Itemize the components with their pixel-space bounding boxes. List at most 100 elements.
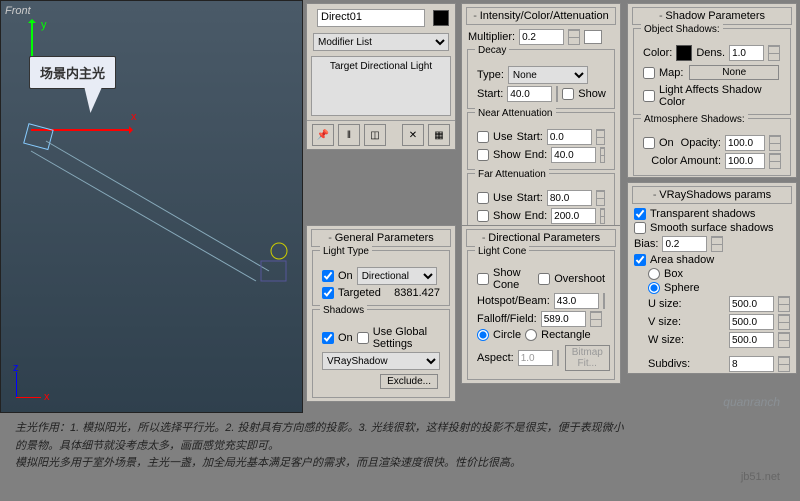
gizmo-x-label: x <box>44 391 50 403</box>
light-color-swatch[interactable] <box>584 30 602 44</box>
panel-general-parameters: - General Parameters Light Type On Direc… <box>306 225 456 402</box>
configure-sets-icon[interactable]: ▦ <box>428 124 450 146</box>
u-size-field[interactable] <box>729 296 774 312</box>
show-cone-checkbox[interactable] <box>477 273 489 285</box>
overshoot-label: Overshoot <box>554 273 605 285</box>
far-use-checkbox[interactable] <box>477 192 489 204</box>
near-end-label: End: <box>525 149 548 161</box>
modifier-list[interactable]: Modifier List <box>313 33 449 51</box>
light-affects-shadow-checkbox[interactable] <box>643 90 655 102</box>
u-size-label: U size: <box>648 298 682 310</box>
shadows-title: Shadows <box>320 305 367 316</box>
decay-type-select[interactable]: None <box>508 66 588 84</box>
object-name-field[interactable]: Direct01 <box>317 9 425 27</box>
far-start-spinner[interactable] <box>596 190 605 206</box>
axis-y-label: y <box>41 19 47 31</box>
v-size-field[interactable] <box>729 314 774 330</box>
subdivs-spinner[interactable] <box>778 356 790 372</box>
pin-stack-icon[interactable]: 📌 <box>312 124 334 146</box>
box-radio[interactable] <box>648 268 660 280</box>
smooth-surface-checkbox[interactable] <box>634 222 646 234</box>
show-cone-label: Show Cone <box>493 267 534 291</box>
near-start-spinner[interactable] <box>596 129 605 145</box>
light-on-label: On <box>338 270 353 282</box>
v-size-spinner[interactable] <box>778 314 790 330</box>
u-size-spinner[interactable] <box>778 296 790 312</box>
panel-shadow-parameters: - Shadow Parameters Object Shadows: Colo… <box>627 3 797 178</box>
multiplier-field[interactable] <box>519 29 564 45</box>
map-none-button[interactable]: None <box>689 65 779 80</box>
targeted-checkbox[interactable] <box>322 287 334 299</box>
falloff-field[interactable] <box>541 311 586 327</box>
global-settings-checkbox[interactable] <box>357 332 369 344</box>
caption-line-3: 模拟阳光多用于室外场景，主光一盏，加全局光基本满足客户的需求，而且渲染速度很快。… <box>15 455 785 473</box>
falloff-spinner[interactable] <box>590 311 602 327</box>
viewport[interactable]: Front y x 场景内主光 x z <box>0 0 303 413</box>
decay-start-field[interactable] <box>507 86 552 102</box>
far-end-field[interactable] <box>551 208 596 224</box>
caption: 主光作用：1. 模拟阳光，所以选择平行光。2. 投射具有方向感的投影。3. 光线… <box>15 420 785 473</box>
show-end-result-icon[interactable]: ‖ <box>338 124 360 146</box>
near-show-label: Show <box>493 149 521 161</box>
hotspot-spinner[interactable] <box>603 293 605 309</box>
subdivs-field[interactable] <box>729 356 774 372</box>
area-shadow-checkbox[interactable] <box>634 254 646 266</box>
near-use-checkbox[interactable] <box>477 131 489 143</box>
make-unique-icon[interactable]: ◫ <box>364 124 386 146</box>
atm-on-checkbox[interactable] <box>643 137 655 149</box>
circle-label: Circle <box>493 329 521 341</box>
shadow-type-select[interactable]: VRayShadow <box>322 352 440 370</box>
hotspot-field[interactable] <box>554 293 599 309</box>
shadow-params-title: Shadow Parameters <box>665 10 765 22</box>
sphere-radio[interactable] <box>648 282 660 294</box>
decay-show-checkbox[interactable] <box>562 88 574 100</box>
far-end-spinner[interactable] <box>600 208 605 224</box>
far-use-label: Use <box>493 192 513 204</box>
near-start-field[interactable] <box>547 129 592 145</box>
bias-field[interactable] <box>662 236 707 252</box>
panel-modify: Direct01 Modifier List Target Directiona… <box>306 3 456 150</box>
density-spinner[interactable] <box>768 45 780 61</box>
near-start-label: Start: <box>517 131 543 143</box>
opacity-spinner[interactable] <box>769 135 781 151</box>
transparent-shadows-checkbox[interactable] <box>634 208 646 220</box>
intensity-title: Intensity/Color/Attenuation <box>480 10 609 22</box>
far-start-field[interactable] <box>547 190 592 206</box>
area-shadow-label: Area shadow <box>650 254 714 266</box>
v-size-label: V size: <box>648 316 681 328</box>
light-geometry[interactable] <box>21 121 301 301</box>
density-field[interactable] <box>729 45 764 61</box>
multiplier-spinner[interactable] <box>568 29 580 45</box>
exclude-button[interactable]: Exclude... <box>380 374 438 389</box>
rectangle-radio[interactable] <box>525 329 537 341</box>
shadow-map-checkbox[interactable] <box>643 67 655 79</box>
w-size-field[interactable] <box>729 332 774 348</box>
far-show-label: Show <box>493 210 521 222</box>
remove-modifier-icon[interactable]: ✕ <box>402 124 424 146</box>
shadows-on-checkbox[interactable] <box>322 332 334 344</box>
w-size-spinner[interactable] <box>778 332 790 348</box>
targeted-label: Targeted <box>338 287 381 299</box>
decay-title: Decay <box>475 45 509 56</box>
atmosphere-shadows-title: Atmosphere Shadows: <box>641 114 748 125</box>
color-amount-spinner[interactable] <box>769 153 781 169</box>
color-amount-field[interactable] <box>725 153 765 169</box>
near-end-spinner[interactable] <box>600 147 605 163</box>
smooth-surface-label: Smooth surface shadows <box>650 222 774 234</box>
opacity-field[interactable] <box>725 135 765 151</box>
far-atten-title: Far Attenuation <box>475 169 549 180</box>
light-on-checkbox[interactable] <box>322 270 334 282</box>
light-type-title: Light Type <box>320 246 372 257</box>
modifier-stack[interactable]: Target Directional Light <box>311 56 451 116</box>
object-color-swatch[interactable] <box>433 10 449 26</box>
decay-start-spinner[interactable] <box>556 86 558 102</box>
shadow-color-swatch[interactable] <box>676 45 692 61</box>
near-show-checkbox[interactable] <box>477 149 489 161</box>
near-end-field[interactable] <box>551 147 596 163</box>
overshoot-checkbox[interactable] <box>538 273 550 285</box>
light-type-select[interactable]: Directional <box>357 267 437 285</box>
circle-radio[interactable] <box>477 329 489 341</box>
far-show-checkbox[interactable] <box>477 210 489 222</box>
atm-on-label: On <box>659 137 674 149</box>
bias-spinner[interactable] <box>711 236 723 252</box>
